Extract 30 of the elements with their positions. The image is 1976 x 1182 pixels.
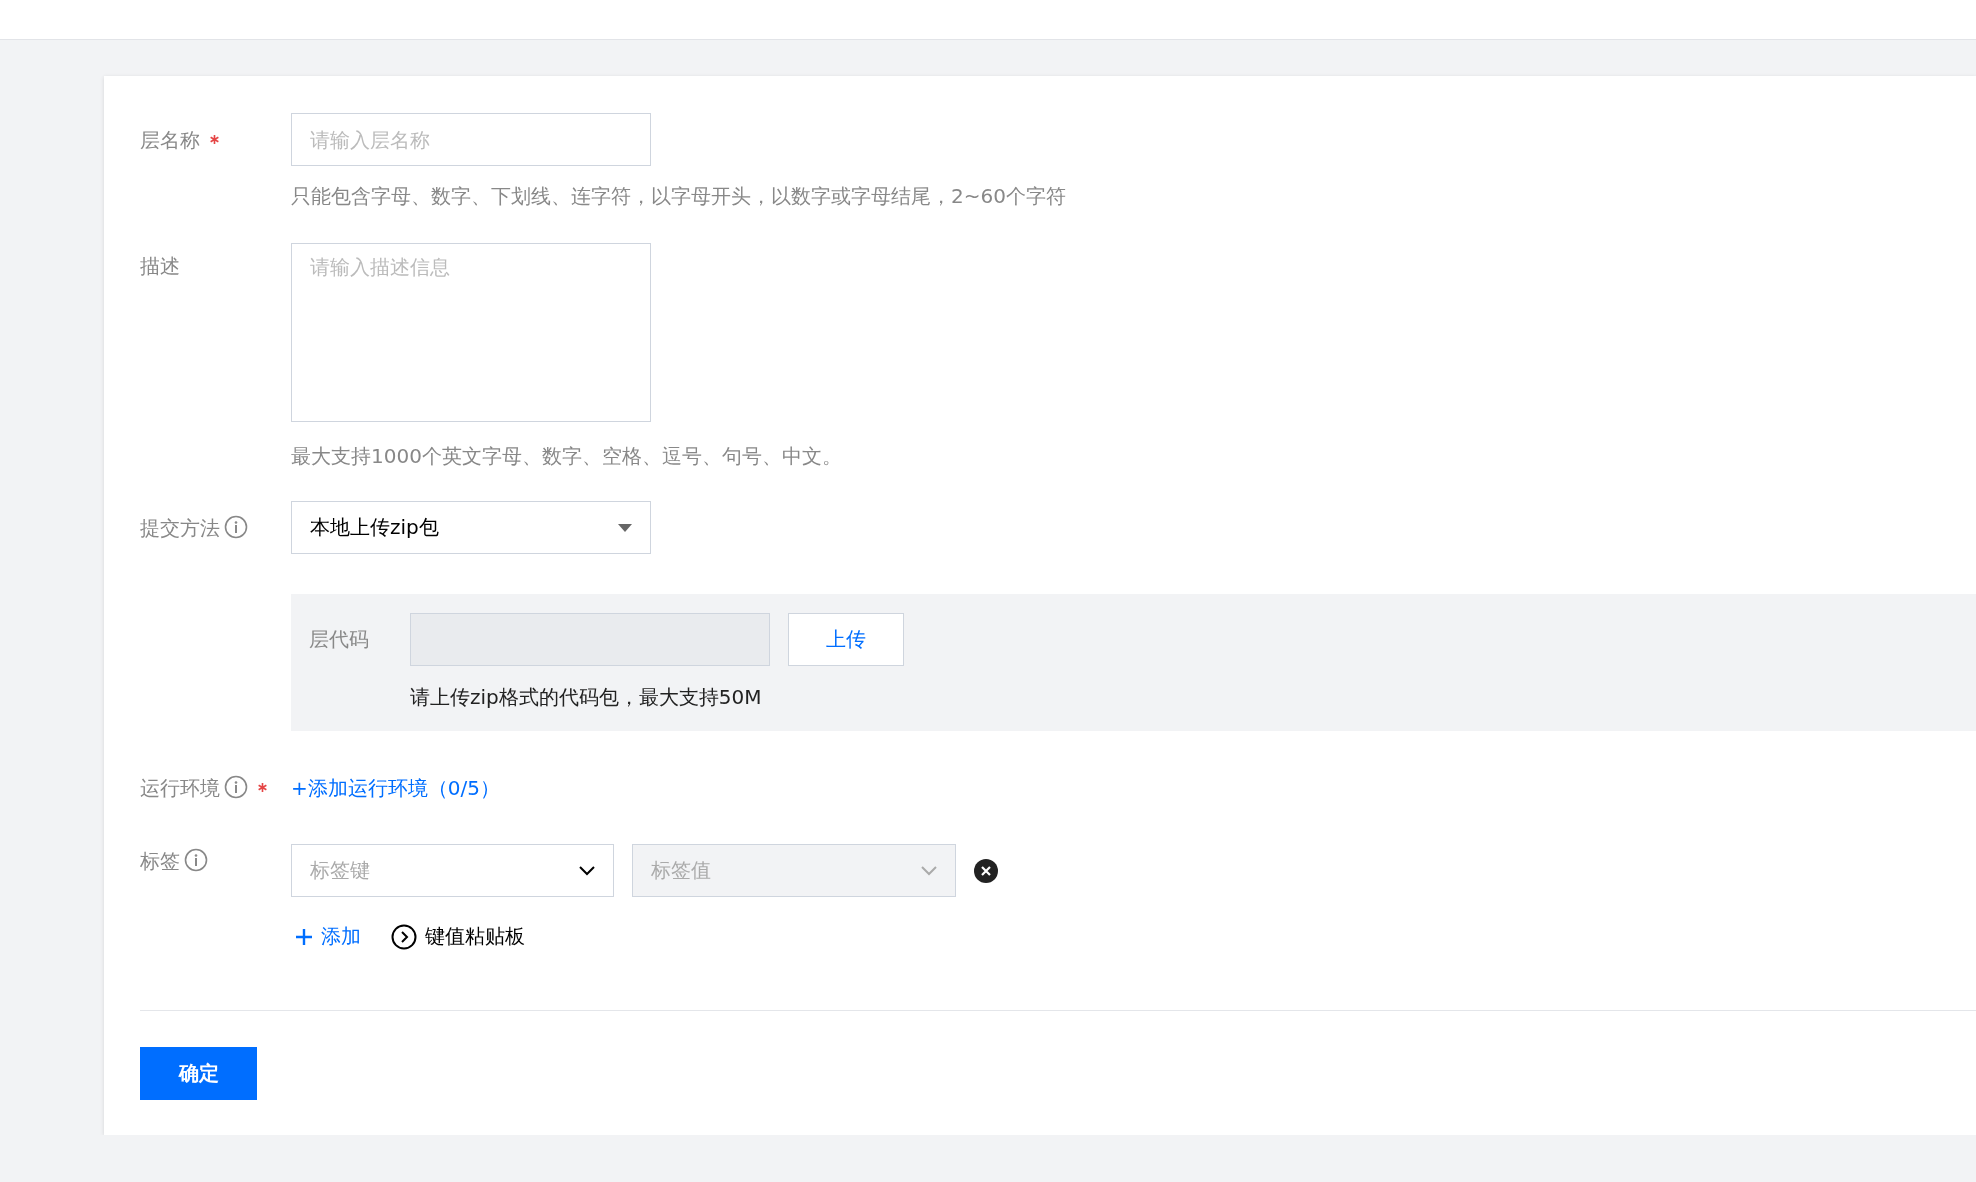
- field-label: 描述: [140, 253, 180, 280]
- select-field[interactable]: 本地上传zip包: [291, 501, 651, 554]
- field-label: 标签: [140, 848, 180, 875]
- info-icon[interactable]: [224, 775, 248, 799]
- input-field[interactable]: 请输入层名称: [291, 113, 651, 166]
- clipboard-button[interactable]: 键值粘贴板: [391, 923, 525, 950]
- field-label: 提交方法: [140, 515, 220, 542]
- required-asterisk-icon: [210, 135, 219, 144]
- confirm-button[interactable]: 确定: [140, 1047, 257, 1100]
- info-icon[interactable]: [224, 515, 248, 539]
- dropdown-caret-icon: [618, 523, 632, 532]
- remove-icon[interactable]: [974, 858, 998, 883]
- hint-text: 最大支持1000个英文字母、数字、空格、逗号、句号、中文。: [291, 444, 843, 468]
- required-asterisk-icon: [258, 783, 267, 792]
- chevron-down-icon: [579, 865, 595, 876]
- textarea-field[interactable]: 请输入描述信息: [291, 243, 651, 422]
- hint-text: 请上传zip格式的代码包，最大支持50M: [410, 685, 763, 709]
- field-label: 运行环境: [140, 775, 220, 802]
- chevron-down-icon: [921, 865, 937, 876]
- add-button[interactable]: 添加: [295, 923, 361, 950]
- upload-button[interactable]: 上传: [788, 613, 904, 666]
- hint-text: 只能包含字母、数字、下划线、连字符，以字母开头，以数字或字母结尾，2~60个字符: [291, 184, 1067, 208]
- add-runtime-link[interactable]: +添加运行环境（0/5）: [291, 772, 500, 800]
- field-label: 层代码: [309, 626, 370, 653]
- tag-key-select[interactable]: 标签键: [291, 844, 614, 897]
- file-field[interactable]: [410, 613, 770, 666]
- field-label: 层名称: [140, 127, 200, 154]
- info-icon[interactable]: [184, 848, 208, 872]
- plus-icon: [295, 927, 313, 946]
- chevron-right-circle-icon: [391, 923, 417, 950]
